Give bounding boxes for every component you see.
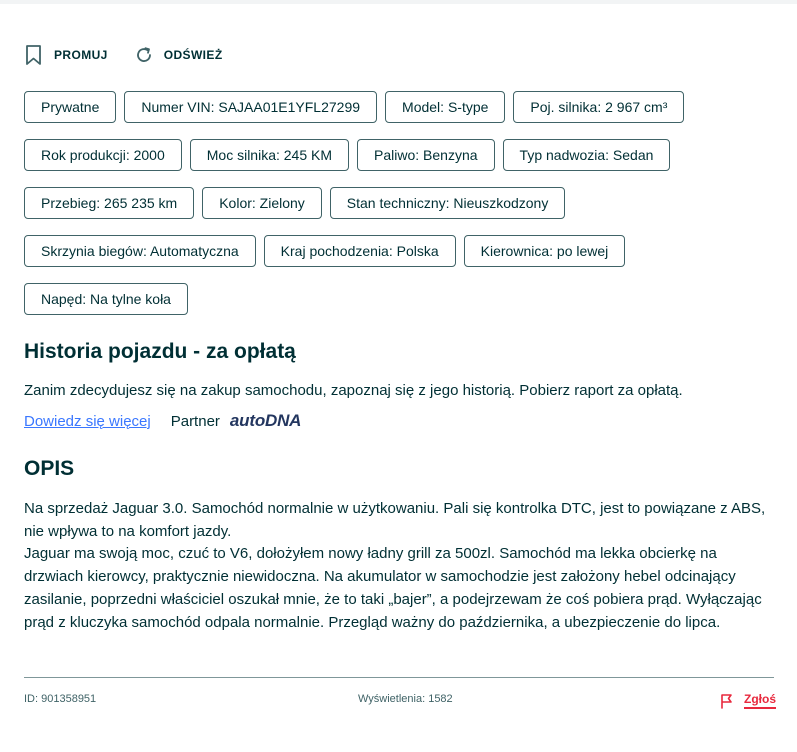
param-mileage: Przebieg: 265 235 km [24,187,195,219]
param-engine-power: Moc silnika: 245 KM [189,139,350,171]
parameter-list: Prywatne Numer VIN: SAJAA01E1YFL27299 Mo… [24,91,784,315]
description-heading: OPIS [24,457,75,480]
param-fuel: Paliwo: Benzyna [357,139,495,171]
param-origin-country: Kraj pochodzenia: Polska [263,235,456,267]
param-color: Kolor: Zielony [202,187,322,219]
view-count: Wyświetlenia: 1582 [358,693,453,705]
param-gearbox: Skrzynia biegów: Automatyczna [24,235,256,267]
promote-label: PROMUJ [54,48,108,62]
param-steering: Kierownica: po lewej [463,235,626,267]
refresh-label: ODŚWIEŻ [163,48,223,62]
description-text: Na sprzedaż Jaguar 3.0. Samochód normaln… [24,500,766,631]
footer-divider [24,677,774,678]
param-year: Rok produkcji: 2000 [24,139,182,171]
history-heading: Historia pojazdu - za opłatą [24,340,296,363]
learn-more-link[interactable]: Dowiedz się więcej [24,413,151,430]
param-drive: Napęd: Na tylne koła [24,283,188,315]
refresh-icon [134,45,154,65]
report-button[interactable]: Zgłoś [720,692,776,709]
report-label: Zgłoś [744,692,776,709]
refresh-button[interactable]: ODŚWIEŻ [134,45,223,65]
param-condition: Stan techniczny: Nieuszkodzony [329,187,566,219]
param-vin: Numer VIN: SAJAA01E1YFL27299 [124,91,378,123]
history-text: Zanim zdecydujesz się na zakup samochodu… [24,382,683,399]
autodna-logo: autoDNA [229,411,302,430]
partner-label: Partner [170,413,220,430]
promote-button[interactable]: PROMUJ [24,44,108,66]
top-strip [0,0,797,4]
ad-actions: PROMUJ ODŚWIEŻ [24,44,249,66]
flag-icon [720,693,734,709]
param-seller-type: Prywatne [24,91,117,123]
history-partner-row: Dowiedz się więcej Partner autoDNA [24,411,301,431]
param-engine-capacity: Poj. silnika: 2 967 cm³ [513,91,685,123]
param-model: Model: S-type [385,91,506,123]
ad-id: ID: 901358951 [24,693,97,705]
bookmark-icon [24,44,44,66]
param-body-type: Typ nadwozia: Sedan [502,139,671,171]
